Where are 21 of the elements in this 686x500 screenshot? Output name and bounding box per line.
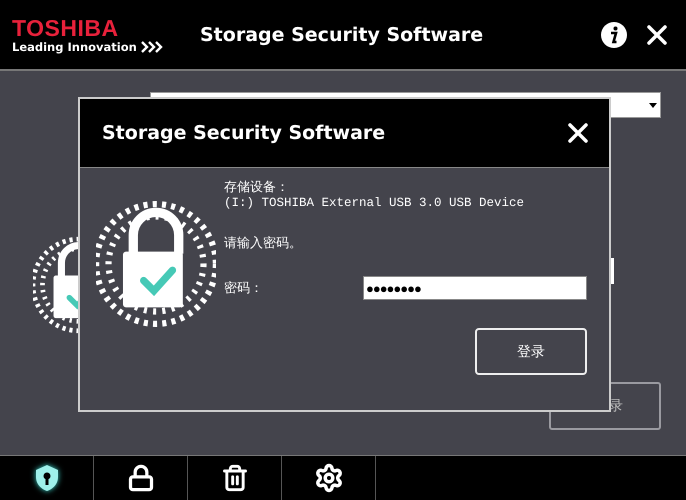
padlock-icon	[126, 464, 154, 492]
brand-logo: TOSHIBA	[12, 16, 120, 40]
settings-icon	[314, 463, 344, 493]
close-button[interactable]	[646, 24, 668, 46]
password-prompt: 请输入密码。	[224, 235, 303, 252]
window-title: Storage Security Software	[200, 24, 484, 46]
close-icon	[567, 122, 589, 144]
password-label: 密码：	[224, 280, 263, 297]
info-button[interactable]	[600, 20, 628, 48]
password-field[interactable]: ●●●●●●●●	[363, 276, 587, 300]
chevrons-icon	[140, 40, 165, 52]
dialog-close-button[interactable]	[567, 122, 589, 144]
trash-icon	[220, 464, 248, 492]
device-name: (I:) TOSHIBA External USB 3.0 USB Device	[224, 196, 526, 210]
info-icon	[600, 20, 628, 48]
close-icon	[646, 24, 668, 46]
login-button[interactable]: 登录	[475, 328, 587, 375]
dialog-title: Storage Security Software	[102, 122, 386, 144]
caret-icon	[649, 102, 657, 108]
brand-tagline: Leading Innovation	[12, 40, 137, 54]
device-label: 存储设备：	[224, 179, 290, 196]
